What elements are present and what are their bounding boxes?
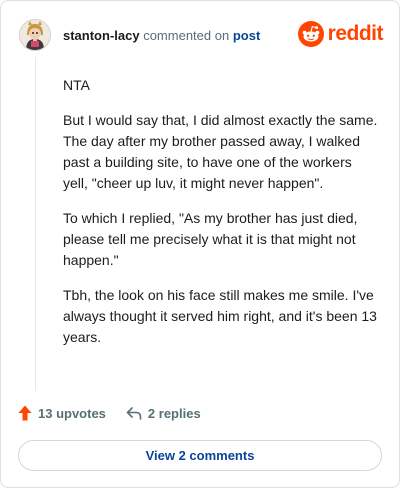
comment-paragraph: To which I replied, "As my brother has j…	[63, 210, 358, 268]
replies-button[interactable]: 2 replies	[126, 406, 201, 421]
comment-header: stanton-lacy commented on post	[19, 19, 260, 51]
reddit-wordmark: reddit	[327, 22, 384, 45]
reddit-logo[interactable]: reddit	[297, 21, 384, 47]
comment-meta: stanton-lacy commented on post	[63, 28, 260, 43]
action-text: commented on	[143, 27, 230, 43]
upvote-arrow-icon[interactable]	[18, 405, 32, 421]
comment-paragraph: NTA	[63, 77, 90, 93]
embed-card: stanton-lacy commented on post reddit NT…	[0, 0, 400, 488]
comment-body: NTA But I would say that, I did almost e…	[63, 75, 379, 362]
avatar-image	[20, 20, 50, 50]
upvote-count: 13 upvotes	[38, 405, 106, 421]
post-link[interactable]: post	[233, 28, 260, 43]
comment-paragraph: But I would say that, I did almost exact…	[63, 112, 378, 191]
replies-count: 2 replies	[147, 405, 201, 421]
reddit-alien-icon	[297, 21, 324, 47]
upvote-button[interactable]: 13 upvotes	[18, 405, 106, 421]
reply-arrow-icon	[126, 407, 142, 420]
view-comments-button[interactable]: View 2 comments	[18, 440, 382, 471]
avatar[interactable]	[19, 19, 51, 51]
author-name[interactable]: stanton-lacy	[63, 28, 140, 43]
thread-line	[35, 57, 36, 391]
comment-paragraph: Tbh, the look on his face still makes me…	[63, 287, 377, 345]
comment-actions: 13 upvotes 2 replies	[18, 405, 201, 421]
